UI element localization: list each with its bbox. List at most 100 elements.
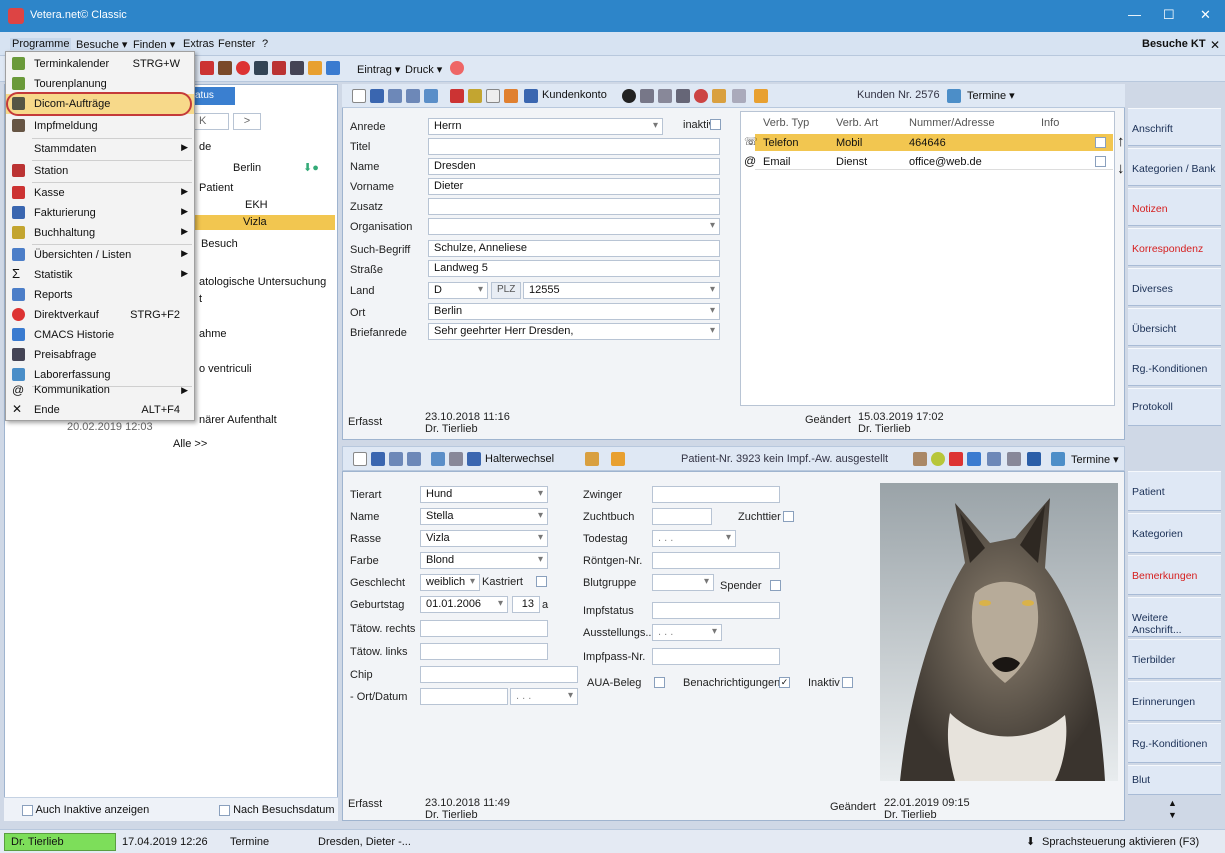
tree-item[interactable]: de — [199, 141, 211, 153]
menu-item-kasse[interactable]: Kasse ▶ — [6, 183, 194, 203]
copy-icon[interactable] — [449, 452, 463, 466]
tree-item[interactable]: Berlin — [233, 162, 261, 174]
new-icon[interactable] — [353, 452, 367, 466]
nav-blut[interactable]: Blut — [1128, 765, 1221, 795]
save-icon[interactable] — [370, 89, 384, 103]
menu-besuche[interactable]: Besuche ▾ — [76, 38, 127, 51]
tree-item[interactable]: ahme — [199, 328, 227, 340]
nav-bemerkungen[interactable]: Bemerkungen — [1128, 555, 1221, 595]
tree-item[interactable]: atologische Untersuchung — [199, 276, 326, 288]
tierart-select[interactable]: Hund — [420, 486, 548, 503]
menu-item-fakturierung[interactable]: Fakturierung ▶ — [6, 203, 194, 223]
geschlecht-select[interactable]: weiblich — [420, 574, 480, 591]
account-icon[interactable] — [524, 89, 538, 103]
calendar-icon[interactable] — [947, 89, 961, 103]
plz-button[interactable]: PLZ — [491, 282, 521, 299]
nav-protokoll[interactable]: Protokoll — [1128, 388, 1221, 426]
mail-icon[interactable] — [676, 89, 690, 103]
half-circle-icon[interactable] — [622, 89, 636, 103]
tree-item[interactable]: t — [199, 293, 202, 305]
lab-icon[interactable] — [1007, 452, 1021, 466]
paw-icon[interactable] — [949, 452, 963, 466]
table-row[interactable]: Email Dienst office@web.de — [755, 153, 1113, 170]
cloud-icon[interactable] — [326, 61, 340, 75]
scroll-up-icon[interactable]: ▲ — [1168, 798, 1177, 808]
menu-item-ende[interactable]: ✕ Ende ALT+F4 — [6, 401, 194, 420]
nav-kategorien[interactable]: Kategorien — [1128, 513, 1221, 553]
briefanrede-select[interactable]: Sehr geehrter Herr Dresden, — [428, 323, 720, 340]
cash-icon[interactable] — [272, 61, 286, 75]
ekg-icon[interactable] — [987, 452, 1001, 466]
nav-diverses[interactable]: Diverses — [1128, 268, 1221, 306]
extra-icon[interactable] — [450, 61, 464, 75]
accounting-icon[interactable] — [468, 89, 482, 103]
zwinger-field[interactable] — [652, 486, 780, 503]
menu-programme[interactable]: Programme — [10, 38, 72, 50]
inaktiv-checkbox[interactable] — [710, 118, 721, 130]
document-icon[interactable] — [254, 61, 268, 75]
roentgen-field[interactable] — [652, 552, 780, 569]
patient-name-select[interactable]: Stella — [420, 508, 548, 525]
column-header[interactable]: Nummer/Adresse — [909, 117, 995, 129]
menu-finden[interactable]: Finden ▾ — [133, 38, 175, 51]
zuchttier-checkbox[interactable] — [783, 510, 794, 522]
tree-item[interactable]: 20.02.2019 12:03 — [67, 421, 153, 433]
nav-patient[interactable]: Patient — [1128, 471, 1221, 511]
menu-fenster[interactable]: Fenster — [218, 38, 255, 50]
menu-item-station[interactable]: Station — [6, 161, 194, 181]
by-visit-date-checkbox[interactable]: Nach Besuchsdatum — [219, 804, 335, 816]
menu-extras[interactable]: Extras — [183, 38, 214, 50]
scroll-down-icon[interactable]: ▼ — [1168, 810, 1177, 820]
tree-item[interactable]: Besuch — [201, 238, 238, 250]
menu-item-kommunikation[interactable]: @ Kommunikation ▶ — [6, 382, 194, 400]
people-icon[interactable] — [611, 452, 625, 466]
termine-menu[interactable]: Termine ▾ — [967, 89, 1015, 102]
aua-checkbox[interactable] — [654, 676, 665, 688]
menu-item-buchhaltung[interactable]: Buchhaltung ▶ — [6, 223, 194, 243]
column-header[interactable]: Verb. Typ — [763, 117, 809, 129]
zuchtbuch-field[interactable] — [652, 508, 712, 525]
cash-icon[interactable] — [450, 89, 464, 103]
filter-icon[interactable] — [389, 452, 403, 466]
benachrichtigungen-checkbox[interactable]: ✓ — [779, 676, 790, 688]
impfpass-field[interactable] — [652, 648, 780, 665]
card-icon[interactable] — [424, 89, 438, 103]
nav-prev-button[interactable]: K — [193, 113, 229, 130]
nav-rg-konditionen[interactable]: Rg.-Konditionen — [1128, 348, 1221, 386]
ausstellung-select[interactable]: . . . — [652, 624, 722, 641]
strasse-field[interactable]: Landweg 5 — [428, 260, 720, 277]
status-customer[interactable]: Dresden, Dieter -... — [318, 836, 411, 848]
halterwechsel-button[interactable]: Halterwechsel — [485, 453, 554, 465]
menu-item-reports[interactable]: Reports — [6, 285, 194, 305]
calculator-icon[interactable] — [290, 61, 304, 75]
people-icon[interactable] — [754, 89, 768, 103]
close-button[interactable]: ✕ — [1200, 7, 1211, 23]
tree-item[interactable]: Patient — [199, 182, 233, 194]
impfstatus-field[interactable] — [652, 602, 780, 619]
ort-date-select[interactable]: . . . — [510, 688, 578, 705]
kastriert-checkbox[interactable] — [536, 575, 547, 587]
filter-icon[interactable] — [388, 89, 402, 103]
all-link[interactable]: Alle >> — [173, 438, 207, 450]
filter2-icon[interactable] — [406, 89, 420, 103]
tree-item[interactable]: EKH — [245, 199, 268, 211]
syringe-icon[interactable] — [218, 61, 232, 75]
name-field[interactable]: Dresden — [428, 158, 720, 175]
zusatz-field[interactable] — [428, 198, 720, 215]
filter2-icon[interactable] — [407, 452, 421, 466]
transfer-icon[interactable] — [467, 452, 481, 466]
druck-menu[interactable]: Druck ▾ — [405, 63, 442, 76]
move-up-arrow-icon[interactable]: ↑ — [1117, 133, 1125, 150]
nav-anschrift[interactable]: Anschrift — [1128, 108, 1221, 146]
kundenkonto-button[interactable]: Kundenkonto — [542, 89, 607, 101]
nav-uebersicht[interactable]: Übersicht — [1128, 308, 1221, 346]
rasse-select[interactable]: Vizla — [420, 530, 548, 547]
grid-icon[interactable] — [431, 452, 445, 466]
row-checkbox[interactable] — [1095, 156, 1106, 167]
plz-field[interactable]: 12555 — [523, 282, 720, 299]
termine-menu[interactable]: Termine ▾ — [1071, 453, 1119, 466]
nav-tierbilder[interactable]: Tierbilder — [1128, 639, 1221, 679]
patient-photo[interactable] — [880, 483, 1118, 781]
table-row[interactable]: Telefon Mobil 464646 — [755, 134, 1113, 151]
taetow-rechts-field[interactable] — [420, 620, 548, 637]
